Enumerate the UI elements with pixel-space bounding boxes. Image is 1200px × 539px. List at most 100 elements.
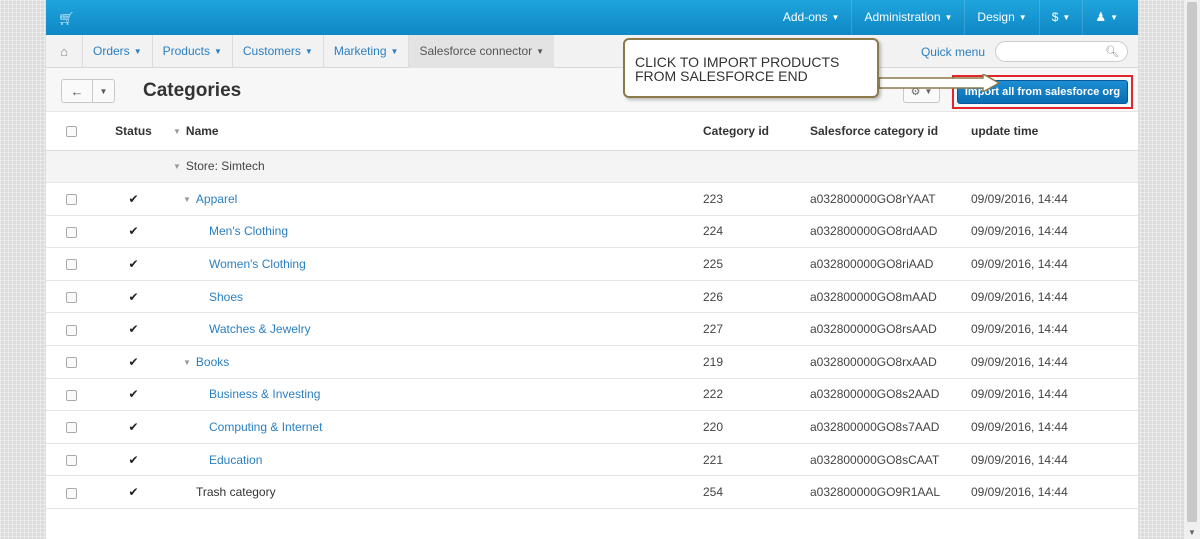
page-scrollbar[interactable]: ▼ — [1183, 0, 1200, 539]
topnav-administration[interactable]: Administration ▼ — [851, 0, 964, 35]
search-icon[interactable]: 🔍︎ — [1105, 45, 1119, 58]
topnav-currency[interactable]: $ ▼ — [1038, 0, 1083, 35]
row-select-cell — [46, 247, 96, 281]
table-row: ✔ ▼ Apparel 223 a032800000GO8rYAAT 09/09/… — [46, 182, 1138, 216]
status-cell: ✔ — [96, 475, 171, 510]
collapse-icon[interactable]: ▼ — [183, 358, 191, 367]
topnav-addons[interactable]: Add-ons ▼ — [771, 0, 852, 35]
row-select-cell — [46, 443, 96, 477]
check-icon[interactable]: ✔ — [128, 355, 138, 369]
category-link[interactable]: Computing & Internet — [209, 420, 322, 434]
update-time-cell: 09/09/2016, 14:44 — [971, 312, 1138, 347]
row-checkbox[interactable] — [66, 226, 77, 238]
row-checkbox[interactable] — [66, 194, 77, 206]
chevron-down-icon: ▼ — [1018, 13, 1027, 22]
scrollbar-thumb[interactable] — [1187, 2, 1197, 522]
category-link[interactable]: Business & Investing — [209, 387, 320, 401]
cart-icon[interactable]: 🛒︎ — [58, 11, 75, 27]
menu-salesforce-connector[interactable]: Salesforce connector ▼ — [408, 34, 555, 68]
table-row: ✔ Education 221 a032800000GO8sCAAT 09/09… — [46, 443, 1138, 477]
col-category-id[interactable]: Category id — [703, 112, 810, 151]
salesforce-id-cell: a032800000GO9R1AAL — [810, 475, 971, 510]
table-row: ✔ Business & Investing 222 a032800000GO8… — [46, 378, 1138, 412]
annotation-callout: CLICK TO IMPORT PRODUCTS FROM SALESFORCE… — [623, 38, 879, 98]
row-checkbox[interactable] — [66, 389, 77, 401]
categories-table: Status ▼ Name Category id Salesforce cate… — [46, 112, 1138, 510]
name-cell: Men's Clothing — [171, 215, 703, 249]
menu-customers[interactable]: Customers ▼ — [231, 34, 323, 68]
chevron-down-icon: ▼ — [213, 46, 222, 56]
category-link[interactable]: Shoes — [209, 290, 243, 304]
salesforce-id-cell: a032800000GO8rdAAD — [810, 215, 971, 249]
category-link[interactable]: Women's Clothing — [209, 257, 306, 271]
check-icon[interactable]: ✔ — [128, 322, 138, 336]
select-all-checkbox[interactable] — [66, 126, 77, 138]
menu-orders[interactable]: Orders ▼ — [82, 34, 152, 68]
update-time-cell: 09/09/2016, 14:44 — [971, 410, 1138, 444]
callout-line-2: FROM SALESFORCE END — [635, 68, 808, 84]
row-select-cell — [46, 280, 96, 314]
collapse-icon[interactable]: ▼ — [173, 162, 181, 171]
name-cell: Women's Clothing — [171, 247, 703, 281]
category-link[interactable]: Men's Clothing — [209, 224, 288, 238]
category-link[interactable]: Watches & Jewelry — [209, 322, 311, 336]
topnav-user[interactable]: ♟ ▼ — [1082, 0, 1130, 35]
row-checkbox[interactable] — [66, 487, 77, 499]
row-checkbox[interactable] — [66, 454, 77, 466]
chevron-down-icon: ▼ — [536, 46, 545, 56]
status-cell: ✔ — [96, 410, 171, 444]
name-cell: Computing & Internet — [171, 410, 703, 444]
check-icon[interactable]: ✔ — [128, 224, 138, 238]
menu-products[interactable]: Products ▼ — [151, 34, 232, 68]
update-time-cell: 09/09/2016, 14:44 — [971, 215, 1138, 249]
col-name[interactable]: ▼ Name — [171, 112, 703, 151]
row-checkbox[interactable] — [66, 422, 77, 434]
topnav-addons-label: Add-ons — [782, 10, 828, 24]
category-id-cell: 224 — [703, 215, 810, 249]
chevron-down-icon: ▼ — [1062, 13, 1071, 22]
quick-menu-link[interactable]: Quick menu — [921, 45, 985, 59]
menu-marketing[interactable]: Marketing ▼ — [322, 34, 409, 68]
check-icon[interactable]: ✔ — [128, 485, 138, 499]
row-checkbox[interactable] — [66, 259, 77, 271]
topnav-design[interactable]: Design ▼ — [964, 0, 1038, 35]
category-link[interactable]: Books — [196, 355, 229, 369]
table-row: ✔ Computing & Internet 220 a032800000GO8… — [46, 410, 1138, 444]
row-checkbox[interactable] — [66, 357, 77, 369]
category-link[interactable]: Education — [209, 453, 262, 467]
col-status[interactable]: Status — [96, 112, 171, 151]
status-cell: ✔ — [96, 280, 171, 314]
row-checkbox[interactable] — [66, 324, 77, 336]
table-row: ✔ Watches & Jewelry 227 a032800000GO8rsA… — [46, 312, 1138, 347]
search-input[interactable]: 🔍︎ — [995, 41, 1128, 62]
check-icon[interactable]: ✔ — [128, 290, 138, 304]
salesforce-id-cell: a032800000GO8sCAAT — [810, 443, 971, 477]
history-dropdown-button[interactable]: ▼ — [93, 79, 115, 103]
col-update-time[interactable]: update time — [971, 112, 1138, 151]
home-icon[interactable]: ⌂ — [46, 44, 82, 59]
category-id-cell: 220 — [703, 410, 810, 444]
category-link[interactable]: Apparel — [196, 192, 237, 206]
check-icon[interactable]: ✔ — [128, 453, 138, 467]
chevron-down-icon: ▼ — [831, 13, 840, 22]
row-checkbox[interactable] — [66, 292, 77, 303]
back-button[interactable]: ← — [61, 79, 93, 103]
check-icon[interactable]: ✔ — [128, 420, 138, 434]
update-time-cell: 09/09/2016, 14:44 — [971, 443, 1138, 477]
collapse-icon[interactable]: ▼ — [183, 195, 191, 204]
check-icon[interactable]: ✔ — [128, 192, 138, 206]
update-time-cell: 09/09/2016, 14:44 — [971, 345, 1138, 379]
name-cell: ▼ Books — [171, 345, 703, 379]
collapse-icon[interactable]: ▼ — [173, 127, 181, 136]
chevron-down-icon: ▼ — [304, 46, 313, 56]
table-row: ✔ Men's Clothing 224 a032800000GO8rdAAD … — [46, 215, 1138, 249]
table-row: ✔ Trash category 254 a032800000GO9R1AAL … — [46, 475, 1138, 510]
table-row: ✔ Shoes 226 a032800000GO8mAAD 09/09/2016… — [46, 280, 1138, 314]
check-icon[interactable]: ✔ — [128, 387, 138, 401]
chevron-down-icon: ▼ — [1110, 13, 1118, 22]
store-empty-cell — [703, 150, 810, 184]
name-cell: Business & Investing — [171, 378, 703, 412]
scroll-down-arrow-icon[interactable]: ▼ — [1188, 528, 1196, 537]
col-salesforce-id[interactable]: Salesforce category id — [810, 112, 971, 151]
check-icon[interactable]: ✔ — [128, 257, 138, 271]
